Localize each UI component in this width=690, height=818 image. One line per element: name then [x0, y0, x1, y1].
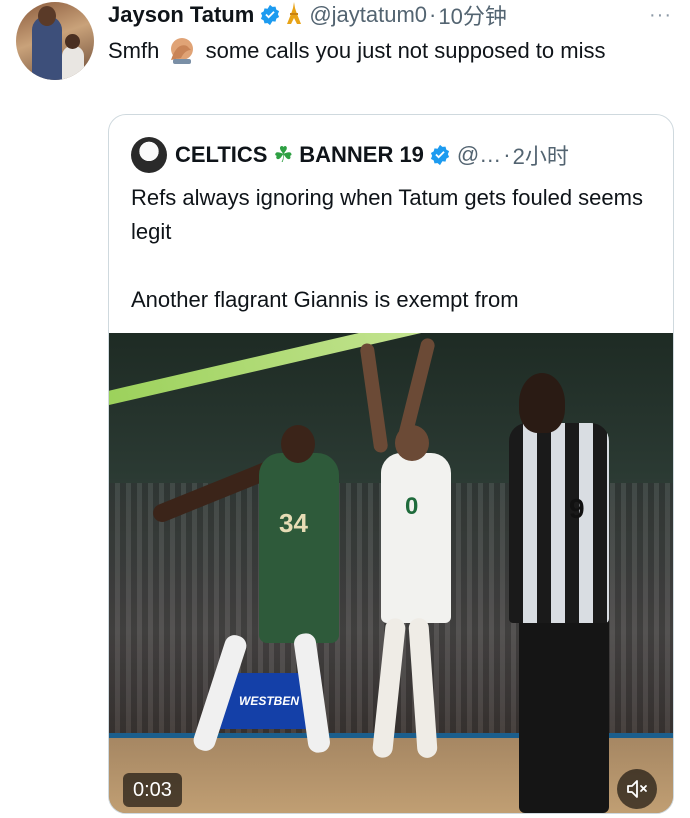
green-player-legs — [190, 632, 349, 754]
facepalm-emoji — [167, 36, 197, 64]
quoted-author-name-2[interactable]: BANNER 19 — [299, 142, 424, 168]
green-jersey-number: 34 — [279, 508, 308, 538]
eiffel-tower-emoji — [285, 1, 303, 29]
white-player-arm-left — [359, 342, 389, 454]
tweet-time[interactable]: 10分钟 — [438, 0, 506, 31]
referee: 9 — [509, 373, 619, 813]
quoted-author-handle[interactable]: @… — [457, 142, 501, 168]
avatar-head-child — [65, 34, 80, 49]
quoted-author-name[interactable]: CELTICS — [175, 142, 267, 168]
mute-icon — [627, 780, 647, 798]
more-icon[interactable]: ··· — [649, 4, 672, 27]
author-handle[interactable]: @jaytatum0 — [309, 2, 427, 28]
author-name[interactable]: Jayson Tatum — [108, 2, 254, 28]
mute-button[interactable] — [617, 769, 657, 809]
white-player-head — [395, 425, 429, 461]
avatar-head-adult — [38, 6, 56, 26]
quoted-tweet-text: Refs always ignoring when Tatum gets fou… — [131, 181, 651, 317]
quoted-author-avatar[interactable] — [131, 137, 167, 173]
quoted-time-separator: · — [503, 142, 511, 167]
avatar-figure-child — [62, 46, 84, 80]
tweet-text: Smfh some calls you just not supposed to… — [108, 34, 668, 68]
clover-emoji: ☘ — [273, 142, 294, 167]
author-avatar[interactable] — [16, 2, 94, 80]
white-player-legs — [369, 617, 449, 759]
quoted-tweet-time[interactable]: 2小时 — [513, 139, 569, 171]
quoted-text-line-1: Refs always ignoring when Tatum gets fou… — [131, 185, 643, 244]
time-separator: · — [429, 2, 437, 27]
white-jersey-number: 0 — [405, 493, 419, 520]
quoted-text-line-2: Another flagrant Giannis is exempt from — [131, 287, 519, 312]
green-player-head — [281, 425, 315, 463]
quoted-tweet-header: CELTICS ☘ BANNER 19 @… · 2小时 — [131, 137, 569, 173]
video-timer: 0:03 — [123, 773, 182, 807]
tweet-header: Jayson Tatum @jaytatum0 · 10分钟 — [108, 0, 507, 30]
arena-banner — [109, 333, 512, 407]
quoted-tweet[interactable]: CELTICS ☘ BANNER 19 @… · 2小时 Refs always… — [108, 114, 674, 814]
green-player-body — [259, 453, 339, 643]
verified-badge-icon — [261, 4, 280, 26]
verified-badge-icon — [430, 144, 449, 166]
referee-number: 9 — [569, 493, 585, 524]
video-player[interactable]: WESTBEN 34 0 9 0:03 — [109, 333, 673, 813]
tweet-text-part-1: Smfh — [108, 38, 160, 63]
white-player-body — [381, 453, 451, 623]
tweet-text-part-2: some calls you just not supposed to miss — [205, 38, 606, 63]
